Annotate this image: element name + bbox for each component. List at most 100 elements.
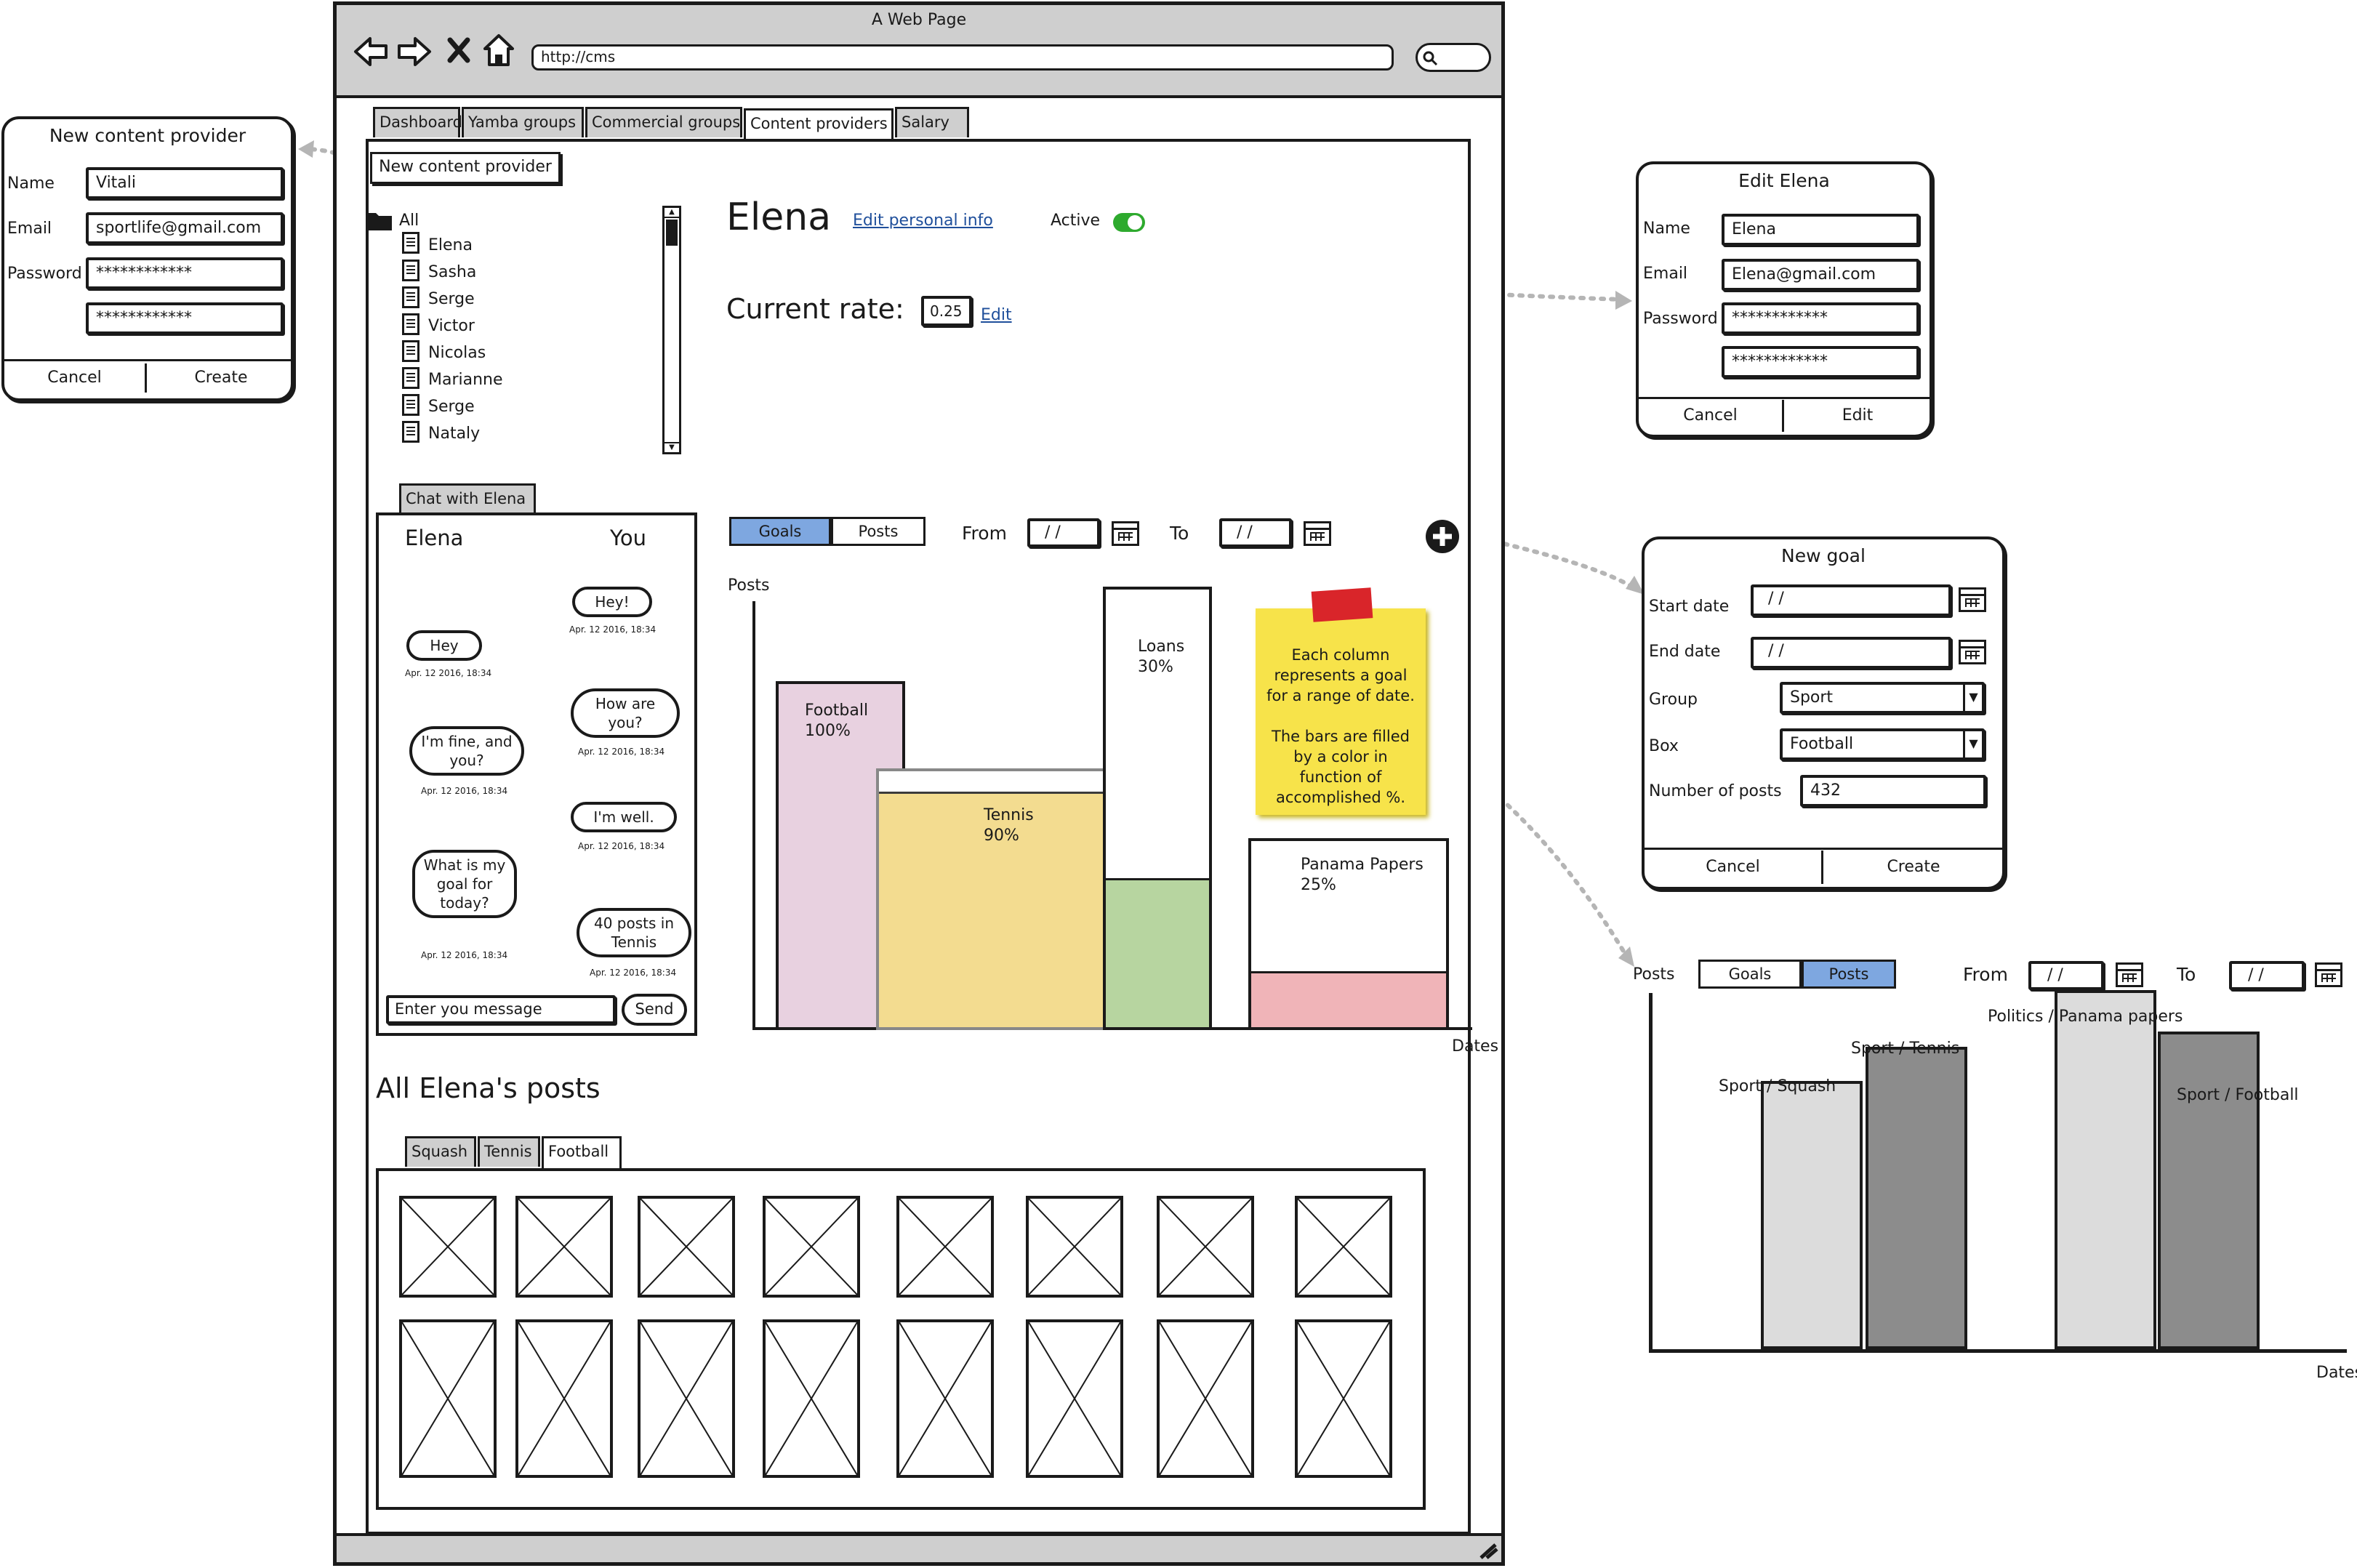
posts-bar[interactable]: [2055, 990, 2156, 1349]
stop-icon[interactable]: [446, 36, 472, 65]
email-field[interactable]: Elena@gmail.com: [1722, 259, 1919, 291]
tab-chat-with-elena[interactable]: Chat with Elena: [399, 483, 536, 515]
end-date-field[interactable]: / /: [1751, 637, 1951, 669]
cancel-button[interactable]: Cancel: [1645, 851, 1823, 884]
calendar-icon[interactable]: [1304, 521, 1331, 546]
edit-button[interactable]: Edit: [1786, 400, 1930, 432]
tab-commercial-groups[interactable]: Commercial groups: [585, 107, 742, 137]
post-image-placeholder[interactable]: [1157, 1196, 1254, 1298]
goals-toggle-posts[interactable]: Posts: [831, 517, 925, 546]
post-image-placeholder[interactable]: [896, 1196, 994, 1298]
goals-chart-x-label: Dates: [1452, 1037, 1499, 1056]
file-icon: [402, 421, 419, 443]
posts-bar[interactable]: [2158, 1032, 2260, 1349]
post-image-placeholder[interactable]: [638, 1196, 735, 1298]
dialog-button-divider: [1639, 397, 1930, 399]
posts-bar[interactable]: [1761, 1081, 1863, 1349]
posts-from-date-input[interactable]: / /: [2028, 961, 2104, 990]
group-select-value: Sport: [1790, 688, 1834, 707]
post-image-placeholder[interactable]: [399, 1319, 497, 1478]
tab-squash[interactable]: Squash: [405, 1136, 476, 1167]
tree-item-sasha[interactable]: Sasha: [428, 263, 476, 281]
post-image-placeholder[interactable]: [638, 1319, 735, 1478]
tree-item-serge[interactable]: Serge: [428, 290, 475, 308]
scroll-up-arrow-icon[interactable]: ▲: [664, 208, 679, 218]
goals-toggle-goals[interactable]: Goals: [729, 517, 831, 546]
from-date-input[interactable]: / /: [1027, 518, 1100, 547]
tab-yamba-groups[interactable]: Yamba groups: [462, 107, 584, 137]
post-image-placeholder[interactable]: [399, 1196, 497, 1298]
post-image-placeholder[interactable]: [515, 1196, 613, 1298]
add-goal-icon[interactable]: [1424, 518, 1461, 555]
tree-item-nataly[interactable]: Nataly: [428, 425, 480, 443]
current-rate-field[interactable]: 0.25: [921, 296, 972, 326]
calendar-icon[interactable]: [1959, 640, 1986, 664]
tab-salary[interactable]: Salary: [895, 107, 969, 137]
post-image-placeholder[interactable]: [515, 1319, 613, 1478]
image-placeholder-icon: [518, 1199, 610, 1295]
posts-bar[interactable]: [1866, 1047, 1967, 1349]
tree-item-elena[interactable]: Elena: [428, 236, 473, 254]
forward-icon[interactable]: [396, 34, 433, 69]
password-field[interactable]: ************: [86, 257, 284, 289]
name-field[interactable]: Vitali: [86, 167, 284, 199]
goal-bar-loans[interactable]: Loans 30%: [1103, 587, 1212, 1030]
number-of-posts-field[interactable]: 432: [1800, 775, 1986, 807]
post-image-placeholder[interactable]: [1026, 1196, 1123, 1298]
tree-item-victor[interactable]: Victor: [428, 317, 475, 335]
calendar-icon[interactable]: [1959, 587, 1986, 612]
posts-toggle-posts[interactable]: Posts: [1802, 960, 1896, 989]
tree-item-serge-2[interactable]: Serge: [428, 398, 475, 416]
goal-bar-tennis[interactable]: Tennis 90%: [876, 768, 1136, 1030]
posts-to-date-input[interactable]: / /: [2229, 961, 2305, 990]
tree-item-marianne[interactable]: Marianne: [428, 371, 503, 389]
group-select[interactable]: Sport ▼: [1780, 682, 1985, 714]
start-date-field[interactable]: / /: [1751, 584, 1951, 616]
back-icon[interactable]: [353, 34, 389, 69]
post-image-placeholder[interactable]: [896, 1319, 994, 1478]
password-field[interactable]: ************: [1722, 302, 1919, 334]
tree-root-all[interactable]: All: [399, 212, 419, 230]
email-field[interactable]: sportlife@gmail.com: [86, 212, 284, 244]
post-image-placeholder[interactable]: [1026, 1319, 1123, 1478]
active-toggle[interactable]: [1113, 213, 1145, 232]
cancel-button[interactable]: Cancel: [1639, 400, 1784, 432]
chat-message-input[interactable]: Enter you message: [386, 995, 616, 1024]
confirm-password-field[interactable]: ************: [1722, 346, 1919, 378]
scroll-down-arrow-icon[interactable]: ▼: [664, 442, 679, 452]
box-select[interactable]: Football ▼: [1780, 728, 1985, 760]
rate-edit-link[interactable]: Edit: [981, 306, 1012, 324]
post-image-placeholder[interactable]: [763, 1319, 860, 1478]
goal-bar-panama-papers[interactable]: Panama Papers 25%: [1248, 838, 1449, 1030]
name-field[interactable]: Elena: [1722, 214, 1919, 246]
home-icon[interactable]: [482, 33, 515, 68]
post-image-placeholder[interactable]: [1157, 1319, 1254, 1478]
create-button[interactable]: Create: [150, 363, 292, 393]
posts-toggle-goals[interactable]: Goals: [1698, 960, 1802, 989]
to-date-input[interactable]: / /: [1219, 518, 1292, 547]
calendar-icon[interactable]: [2116, 962, 2143, 987]
tree-scrollbar[interactable]: ▲ ▼: [662, 206, 681, 454]
edit-personal-info-link[interactable]: Edit personal info: [853, 212, 993, 230]
post-image-placeholder[interactable]: [1295, 1196, 1392, 1298]
calendar-icon[interactable]: [2315, 962, 2342, 987]
url-bar[interactable]: http://cms: [531, 44, 1394, 71]
search-box[interactable]: [1416, 43, 1491, 72]
cancel-button[interactable]: Cancel: [4, 363, 147, 393]
tree-item-nicolas[interactable]: Nicolas: [428, 344, 486, 362]
tab-tennis[interactable]: Tennis: [478, 1136, 540, 1167]
image-placeholder-icon: [1029, 1322, 1120, 1475]
calendar-icon[interactable]: [1112, 521, 1139, 546]
resize-grip-icon[interactable]: [1477, 1542, 1498, 1559]
post-image-placeholder[interactable]: [763, 1196, 860, 1298]
tab-dashboard[interactable]: Dashboard: [373, 107, 462, 137]
send-button[interactable]: Send: [622, 994, 687, 1026]
create-button[interactable]: Create: [1825, 851, 2002, 884]
tab-football[interactable]: Football: [542, 1136, 622, 1171]
goals-chart-y-label: Posts: [728, 576, 770, 595]
new-content-provider-button[interactable]: New content provider: [370, 152, 561, 184]
scroll-thumb[interactable]: [666, 220, 678, 246]
post-image-placeholder[interactable]: [1295, 1319, 1392, 1478]
confirm-password-field[interactable]: ************: [86, 302, 284, 334]
tab-content-providers[interactable]: Content providers: [744, 108, 894, 142]
